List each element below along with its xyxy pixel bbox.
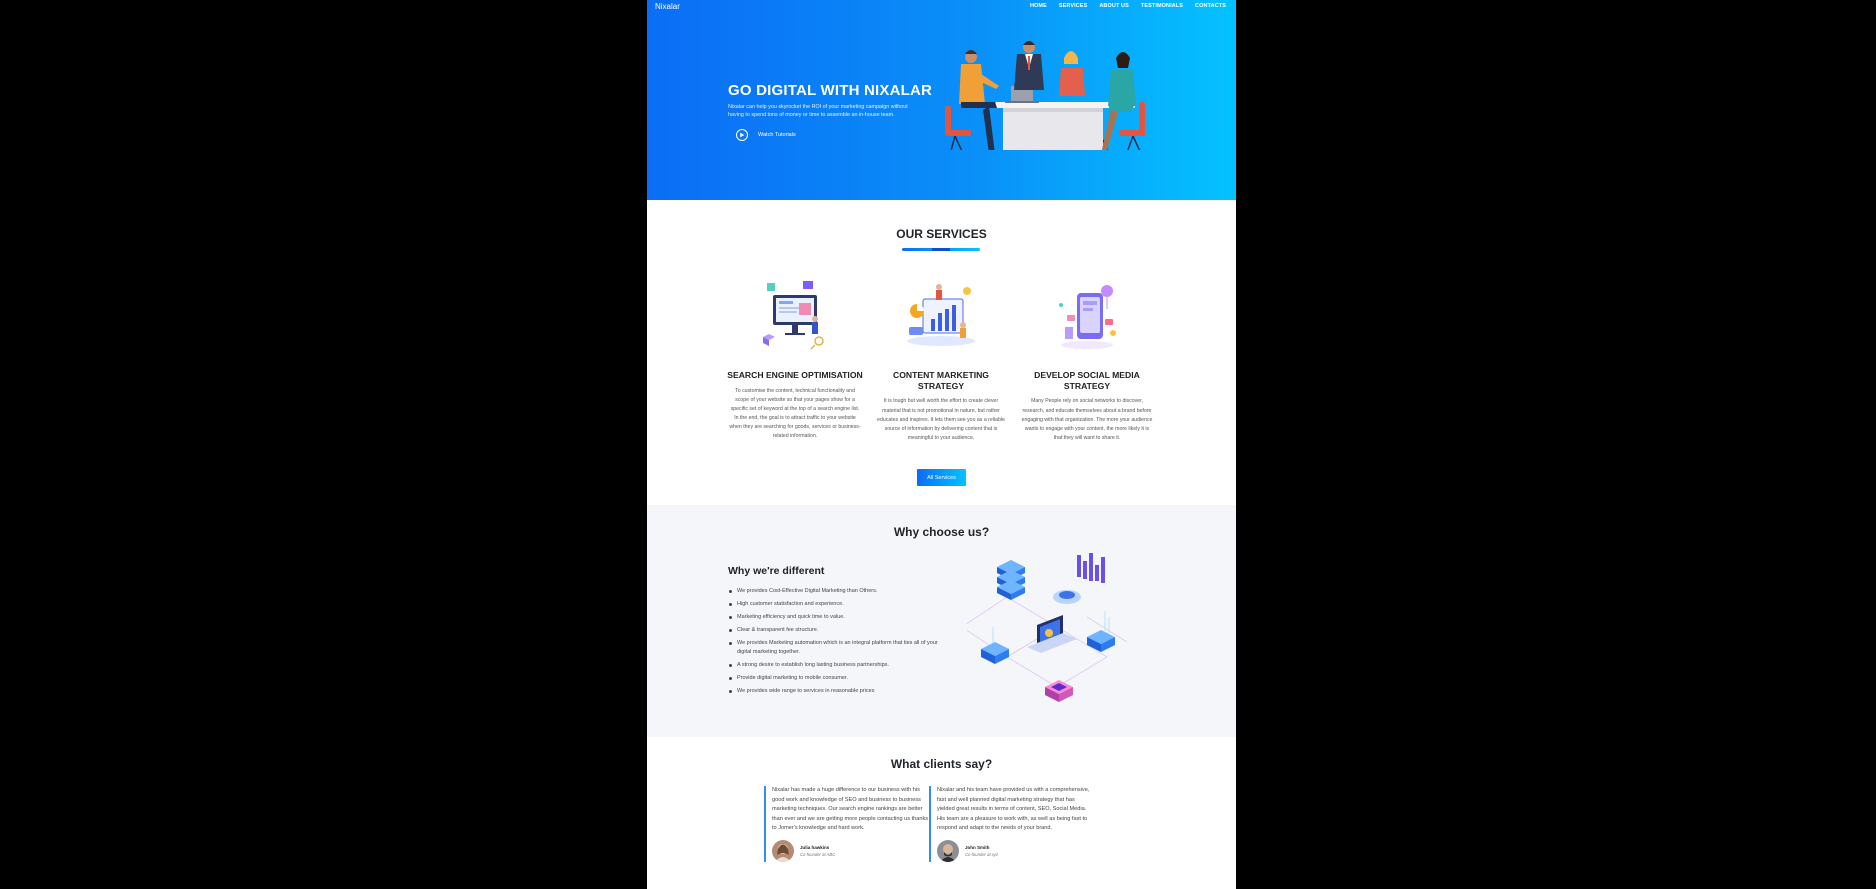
list-item: A strong desire to establish long lastin… [728,661,943,670]
play-icon [736,129,748,141]
content-marketing-illustration [907,284,975,346]
list-item: We provides Cost-Effective Digital Marke… [728,587,943,596]
author-role: Co-founder at xyz [965,852,999,858]
list-item: We provides Marketing automation which i… [728,639,943,656]
service-title-social-media: DEVELOP SOCIAL MEDIA STRATEGY [1034,370,1140,391]
page: Nixalar HOME SERVICES ABOUT US TESTIMONI… [647,0,1236,889]
all-services-button[interactable]: All Services [917,469,966,486]
avatar [937,840,959,863]
why-different-heading: Why we're different [728,565,825,577]
services-title-underline [902,248,980,251]
service-title-seo: SEARCH ENGINE OPTIMISATION [727,370,863,380]
services-title: OUR SERVICES [896,227,987,241]
seo-illustration [763,281,824,350]
list-item: Clear & transparent fee structure. [728,626,943,635]
list-item: We provides wide range to services in re… [728,687,943,696]
service-card-content-marketing: CONTENT MARKETING STRATEGY It is tough b… [873,275,1009,443]
nav-services[interactable]: SERVICES [1059,3,1088,9]
service-text-social-media: Many People rely on social networks to d… [1021,398,1153,441]
hero-wave-divider [647,150,1236,191]
author-name: Julia hawkins [800,845,830,851]
watch-tutorials-link[interactable]: Watch Tutorials [736,129,796,141]
service-text-seo: To customise the content, technical func… [729,387,861,440]
isometric-servers-illustration [967,553,1128,702]
testimonial-author: John Smith Co-founder at xyz [937,840,1094,863]
why-choose-us-section: Why choose us? Why we're different We pr… [647,505,1236,737]
author-role: Co-founder at ABC [800,852,836,858]
testimonial-card: Nixalar has made a huge difference to ou… [764,786,929,863]
service-text-content-marketing: It is tough but well worth the effort to… [877,398,1005,441]
clients-title: What clients say? [890,757,993,771]
social-media-illustration [1059,285,1116,349]
hero-title: GO DIGITAL WITH NIXALAR [728,82,933,99]
testimonial-quote: Nixalar has made a huge difference to ou… [772,787,929,832]
watch-tutorials-label: Watch Tutorials [758,132,796,138]
list-item: Marketing efficiency and quick time to v… [728,613,943,622]
why-list: We provides Cost-Effective Digital Marke… [728,587,943,700]
hero-subtitle: Nixalar can help you skyrocket the ROI o… [728,104,908,119]
avatar [772,840,794,863]
nav-about-us[interactable]: ABOUT US [1099,3,1129,9]
testimonial-card: Nixalar and his team have provided us wi… [929,786,1094,863]
brand-logo[interactable]: Nixalar [655,2,680,11]
why-title: Why choose us? [893,525,990,539]
service-card-seo: SEARCH ENGINE OPTIMISATION To customise … [727,275,863,441]
author-name: John Smith [965,845,990,851]
nav-contacts[interactable]: CONTACTS [1195,3,1226,9]
testimonial-author: Julia hawkins Co-founder at ABC [772,840,929,863]
list-item: Provide digital marketing to mobile cons… [728,674,943,683]
nav-home[interactable]: HOME [1030,3,1047,9]
team-meeting-illustration [945,41,1145,160]
service-title-content-marketing: CONTENT MARKETING STRATEGY [893,370,989,391]
main-nav: HOME SERVICES ABOUT US TESTIMONIALS CONT… [1030,3,1226,9]
nav-testimonials[interactable]: TESTIMONIALS [1141,3,1183,9]
list-item: High customer statisfaction and experien… [728,600,943,609]
testimonial-quote: Nixalar and his team have provided us wi… [937,787,1090,832]
service-card-social-media: DEVELOP SOCIAL MEDIA STRATEGY Many Peopl… [1019,275,1155,443]
